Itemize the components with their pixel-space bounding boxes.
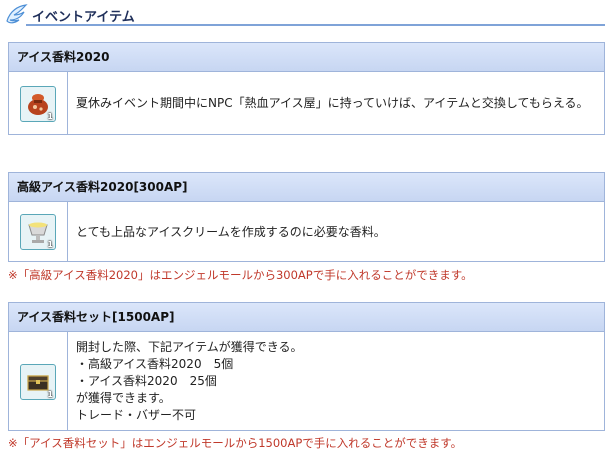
item-quantity: 1 [47,389,53,399]
spice-bag-icon[interactable]: 1 [20,85,56,122]
item-description: 開封した際、下記アイテムが獲得できる。 ・高級アイス香料2020 5個 ・アイス… [68,332,604,431]
item-card-spice-set: アイス香料セット[1500AP] 1 開封した際、下記アイテムが獲得できる。 ・… [8,302,605,431]
item-card-ice-spice: アイス香料2020 1 夏休みイベント期間中にNPC「熱血アイス屋」に持っていけ… [8,42,605,135]
description-line: ・アイス香料2020 25個 [76,374,217,388]
item-name: 高級アイス香料2020[300AP] [9,173,604,202]
item-quantity: 1 [47,240,53,249]
description-line: が獲得できます。 [76,391,171,405]
description-line: 開封した際、下記アイテムが獲得できる。 [76,340,303,354]
section-header: イベントアイテム [0,0,605,28]
silver-cup-icon[interactable]: 1 [20,214,56,250]
item-card-premium-spice: 高級アイス香料2020[300AP] 1 とても上品なアイスクリームを作成するの… [8,172,605,262]
section-divider [26,24,605,26]
item-icon-cell: 1 [9,202,68,262]
treasure-box-icon[interactable]: 1 [20,363,56,400]
item-name: アイス香料セット[1500AP] [9,303,604,332]
description-line: ・高級アイス香料2020 5個 [76,357,234,371]
item-quantity: 1 [47,111,53,121]
section-title: イベントアイテム [32,10,135,25]
item-icon-cell: 1 [9,72,68,135]
purchase-note: ※「高級アイス香料2020」はエンジェルモールから300APで手に入れることがで… [8,268,473,282]
wing-icon [6,4,28,24]
item-description: 夏休みイベント期間中にNPC「熱血アイス屋」に持っていけば、アイテムと交換しても… [76,96,589,110]
item-description: とても上品なアイスクリームを作成するのに必要な香料。 [76,224,386,239]
item-name: アイス香料2020 [9,43,604,72]
item-icon-cell: 1 [9,332,68,431]
purchase-note: ※「アイス香料セット」はエンジェルモールから1500APで手に入れることができま… [8,436,463,450]
description-line: トレード・バザー不可 [76,408,197,422]
